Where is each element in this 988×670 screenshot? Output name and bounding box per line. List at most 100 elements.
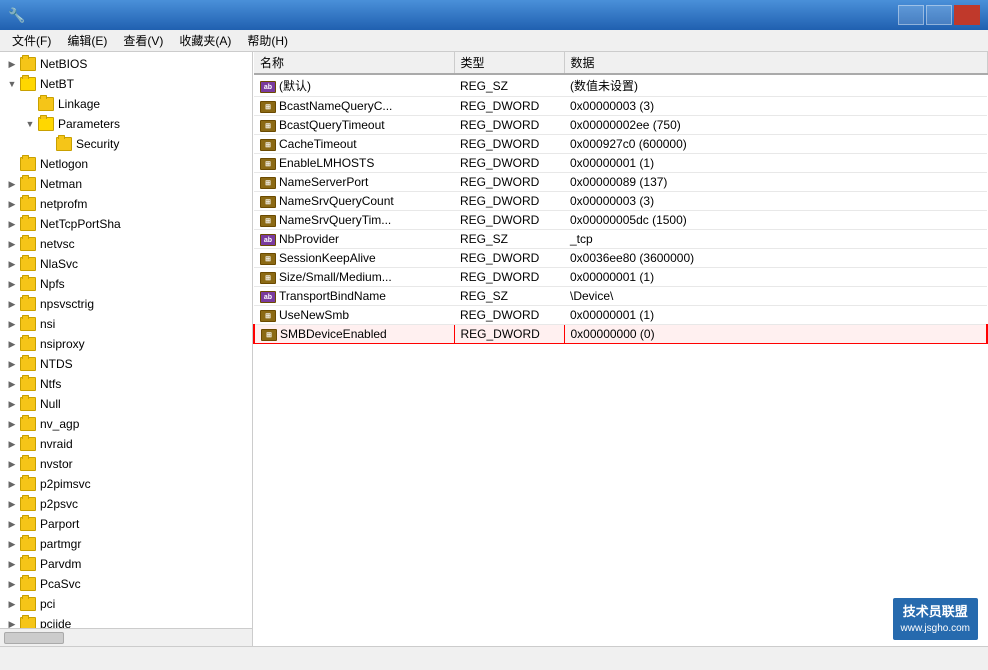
table-row[interactable]: ab(默认)REG_SZ(数值未设置)	[254, 74, 987, 97]
maximize-button[interactable]	[926, 5, 952, 25]
tree-toggle-netvsc: ▶	[4, 236, 20, 252]
table-row[interactable]: abTransportBindNameREG_SZ\Device\	[254, 287, 987, 306]
tree-label-netvsc: netvsc	[40, 237, 75, 251]
menu-item-1[interactable]: 编辑(E)	[59, 30, 115, 51]
tree-horizontal-scrollbar[interactable]	[4, 632, 64, 644]
tree-item-netbt[interactable]: ▼NetBT	[0, 74, 252, 94]
tree-item-npsvsctrig[interactable]: ▶npsvsctrig	[0, 294, 252, 314]
tree-label-npsvsctrig: npsvsctrig	[40, 297, 94, 311]
cell-name-13: ⊞SMBDeviceEnabled	[254, 325, 454, 344]
tree-item-netlogon[interactable]: Netlogon	[0, 154, 252, 174]
table-row[interactable]: ⊞NameSrvQueryCountREG_DWORD0x00000003 (3…	[254, 192, 987, 211]
tree-label-null: Null	[40, 397, 61, 411]
tree-hscroll	[0, 628, 252, 646]
table-row[interactable]: ⊞SessionKeepAliveREG_DWORD0x0036ee80 (36…	[254, 249, 987, 268]
tree-item-parameters[interactable]: ▼Parameters	[0, 114, 252, 134]
tree-item-npfs[interactable]: ▶Npfs	[0, 274, 252, 294]
folder-icon-ntds	[20, 357, 36, 371]
tree-item-parvdm[interactable]: ▶Parvdm	[0, 554, 252, 574]
row-icon-0: ab	[260, 81, 276, 93]
table-row[interactable]: abNbProviderREG_SZ_tcp	[254, 230, 987, 249]
tree-toggle-null: ▶	[4, 396, 20, 412]
menu-item-2[interactable]: 查看(V)	[115, 30, 171, 51]
tree-item-pci[interactable]: ▶pci	[0, 594, 252, 614]
row-icon-7: ⊞	[260, 215, 276, 227]
table-row[interactable]: ⊞BcastNameQueryC...REG_DWORD0x00000003 (…	[254, 97, 987, 116]
tree-item-nettcpportsha[interactable]: ▶NetTcpPortSha	[0, 214, 252, 234]
close-button[interactable]	[954, 5, 980, 25]
tree-label-npfs: Npfs	[40, 277, 65, 291]
tree-item-null[interactable]: ▶ Null	[0, 394, 252, 414]
cell-data-2: 0x00000002ee (750)	[564, 116, 987, 135]
tree-item-linkage[interactable]: Linkage	[0, 94, 252, 114]
tree-toggle-netbios: ▶	[4, 56, 20, 72]
tree-toggle-parameters: ▼	[22, 116, 38, 132]
table-row[interactable]: ⊞SMBDeviceEnabledREG_DWORD0x00000000 (0)	[254, 325, 987, 344]
menu-item-0[interactable]: 文件(F)	[4, 30, 59, 51]
tree-item-nvstor[interactable]: ▶nvstor	[0, 454, 252, 474]
main-layout: ▶NetBIOS▼NetBTLinkage▼ParametersSecurity…	[0, 52, 988, 646]
tree-item-parport[interactable]: ▶Parport	[0, 514, 252, 534]
tree-label-netlogon: Netlogon	[40, 157, 88, 171]
tree-item-ntfs[interactable]: ▶Ntfs	[0, 374, 252, 394]
watermark-line1: www.jsgho.com	[901, 621, 970, 636]
tree-label-linkage: Linkage	[58, 97, 100, 111]
menu-item-4[interactable]: 帮助(H)	[239, 30, 296, 51]
folder-icon-partmgr	[20, 537, 36, 551]
folder-icon-parvdm	[20, 557, 36, 571]
tree-item-netman[interactable]: ▶Netman	[0, 174, 252, 194]
table-row[interactable]: ⊞CacheTimeoutREG_DWORD0x000927c0 (600000…	[254, 135, 987, 154]
cell-name-11: abTransportBindName	[254, 287, 454, 306]
tree-toggle-netlogon	[4, 156, 20, 172]
registry-table-container: 名称类型数据 ab(默认)REG_SZ(数值未设置)⊞BcastNameQuer…	[253, 52, 988, 646]
cell-name-5: ⊞NameServerPort	[254, 173, 454, 192]
tree-toggle-partmgr: ▶	[4, 536, 20, 552]
tree-label-nlasvc: NlaSvc	[40, 257, 78, 271]
folder-icon-npfs	[20, 277, 36, 291]
tree-label-netbt: NetBT	[40, 77, 74, 91]
minimize-button[interactable]	[898, 5, 924, 25]
cell-name-4: ⊞EnableLMHOSTS	[254, 154, 454, 173]
tree-item-p2pimsvc[interactable]: ▶p2pimsvc	[0, 474, 252, 494]
table-header-0: 名称	[254, 52, 454, 74]
tree-item-p2psvc[interactable]: ▶p2psvc	[0, 494, 252, 514]
table-row[interactable]: ⊞NameSrvQueryTim...REG_DWORD0x00000005dc…	[254, 211, 987, 230]
table-row[interactable]: ⊞Size/Small/Medium...REG_DWORD0x00000001…	[254, 268, 987, 287]
cell-type-2: REG_DWORD	[454, 116, 564, 135]
table-header-1: 类型	[454, 52, 564, 74]
tree-item-partmgr[interactable]: ▶partmgr	[0, 534, 252, 554]
folder-icon-netbt	[20, 77, 36, 91]
tree-item-nlasvc[interactable]: ▶NlaSvc	[0, 254, 252, 274]
table-row[interactable]: ⊞UseNewSmbREG_DWORD0x00000001 (1)	[254, 306, 987, 325]
table-row[interactable]: ⊞EnableLMHOSTSREG_DWORD0x00000001 (1)	[254, 154, 987, 173]
cell-data-7: 0x00000005dc (1500)	[564, 211, 987, 230]
cell-data-4: 0x00000001 (1)	[564, 154, 987, 173]
title-bar: 🔧	[0, 0, 988, 30]
tree-item-netprofm[interactable]: ▶netprofm	[0, 194, 252, 214]
tree-item-netbios[interactable]: ▶NetBIOS	[0, 54, 252, 74]
folder-icon-netlogon	[20, 157, 36, 171]
cell-name-0: ab(默认)	[254, 74, 454, 97]
tree-scroll[interactable]: ▶NetBIOS▼NetBTLinkage▼ParametersSecurity…	[0, 52, 252, 628]
menu-item-3[interactable]: 收藏夹(A)	[171, 30, 239, 51]
tree-item-nv_agp[interactable]: ▶nv_agp	[0, 414, 252, 434]
tree-item-nsi[interactable]: ▶nsi	[0, 314, 252, 334]
tree-item-nvraid[interactable]: ▶nvraid	[0, 434, 252, 454]
cell-type-9: REG_DWORD	[454, 249, 564, 268]
folder-icon-netvsc	[20, 237, 36, 251]
folder-icon-netbios	[20, 57, 36, 71]
folder-icon-parport	[20, 517, 36, 531]
cell-data-13: 0x00000000 (0)	[564, 325, 987, 344]
tree-item-pcasvc[interactable]: ▶PcaSvc	[0, 574, 252, 594]
tree-label-nsiproxy: nsiproxy	[40, 337, 85, 351]
cell-data-1: 0x00000003 (3)	[564, 97, 987, 116]
tree-item-ntds[interactable]: ▶NTDS	[0, 354, 252, 374]
tree-item-netvsc[interactable]: ▶ netvsc	[0, 234, 252, 254]
tree-item-security[interactable]: Security	[0, 134, 252, 154]
tree-item-pciide[interactable]: ▶pciide	[0, 614, 252, 628]
table-row[interactable]: ⊞BcastQueryTimeoutREG_DWORD0x00000002ee …	[254, 116, 987, 135]
table-row[interactable]: ⊞NameServerPortREG_DWORD0x00000089 (137)	[254, 173, 987, 192]
tree-label-nettcpportsha: NetTcpPortSha	[40, 217, 121, 231]
cell-name-9: ⊞SessionKeepAlive	[254, 249, 454, 268]
tree-item-nsiproxy[interactable]: ▶nsiproxy	[0, 334, 252, 354]
